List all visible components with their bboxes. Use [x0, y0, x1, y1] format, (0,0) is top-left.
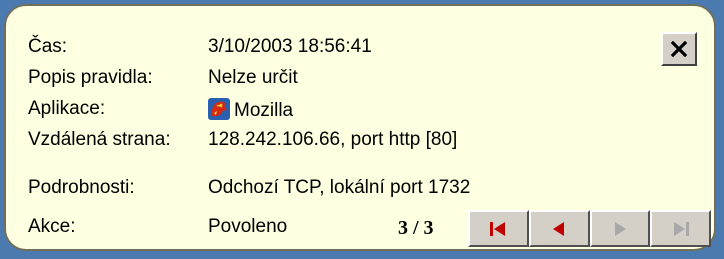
remote-label: Vzdálená strana: — [28, 129, 171, 150]
action-value: Povoleno — [208, 216, 288, 237]
close-icon — [671, 41, 687, 57]
first-icon — [490, 221, 506, 236]
time-label: Čas: — [28, 36, 68, 57]
close-button[interactable] — [661, 32, 697, 66]
last-button[interactable] — [650, 210, 711, 247]
mozilla-icon — [208, 98, 230, 120]
notification-panel: Čas: 3/10/2003 18:56:41 Popis pravidla: … — [4, 4, 716, 251]
record-counter: 3 / 3 — [398, 217, 434, 239]
previous-button[interactable] — [528, 210, 590, 247]
previous-icon — [553, 221, 565, 236]
next-icon — [614, 221, 626, 236]
remote-value: 128.242.106.66, port http [80] — [208, 129, 458, 150]
details-label: Podrobnosti: — [28, 177, 135, 198]
rule-value: Nelze určit — [208, 67, 298, 88]
time-value: 3/10/2003 18:56:41 — [208, 36, 372, 57]
application-value: Mozilla — [208, 98, 293, 122]
action-label: Akce: — [28, 216, 76, 237]
next-button[interactable] — [589, 210, 651, 247]
navigation-bar — [468, 210, 711, 247]
application-name: Mozilla — [234, 100, 294, 121]
last-icon — [673, 221, 689, 236]
first-button[interactable] — [468, 210, 529, 247]
application-label: Aplikace: — [28, 98, 106, 119]
details-value: Odchozí TCP, lokální port 1732 — [208, 177, 471, 198]
rule-label: Popis pravidla: — [28, 67, 153, 88]
